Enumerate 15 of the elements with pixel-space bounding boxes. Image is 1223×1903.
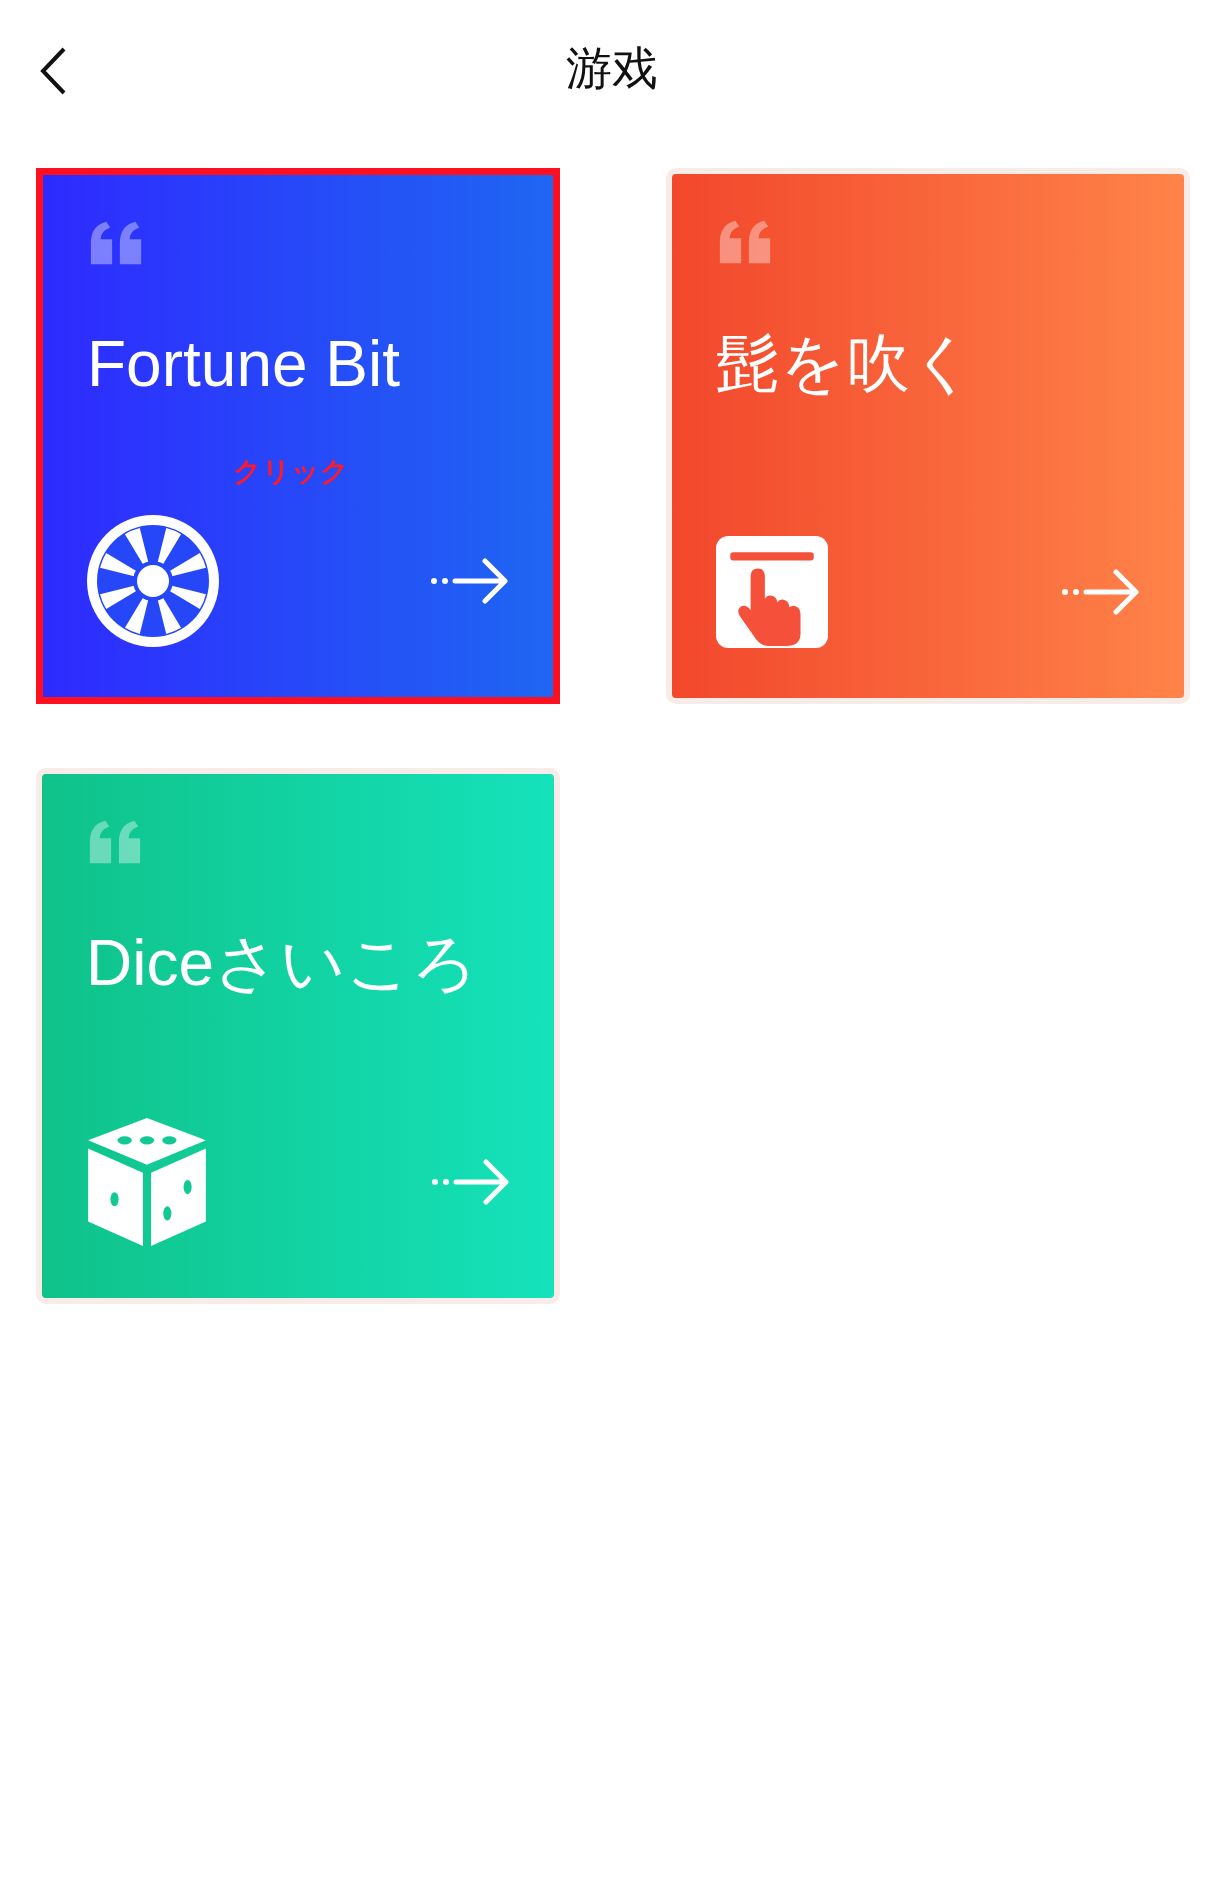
wheel-icon bbox=[87, 515, 219, 647]
game-title: Diceさいころ bbox=[86, 928, 480, 999]
game-card[interactable]: Fortune Bit クリック bbox=[36, 168, 560, 704]
game-title: 髭を吹く bbox=[716, 328, 977, 399]
game-card[interactable]: Diceさいころ bbox=[36, 768, 560, 1304]
back-icon[interactable] bbox=[38, 46, 68, 96]
tap-icon bbox=[716, 536, 828, 648]
game-title: Fortune Bit bbox=[87, 329, 402, 400]
arrow-icon bbox=[1062, 569, 1140, 615]
click-annotation: クリック bbox=[233, 454, 349, 490]
game-card[interactable]: 髭を吹く bbox=[666, 168, 1190, 704]
arrow-icon bbox=[432, 1159, 510, 1205]
page-title: 游戏 bbox=[565, 40, 658, 97]
dice-icon bbox=[86, 1116, 208, 1248]
arrow-icon bbox=[431, 558, 509, 604]
